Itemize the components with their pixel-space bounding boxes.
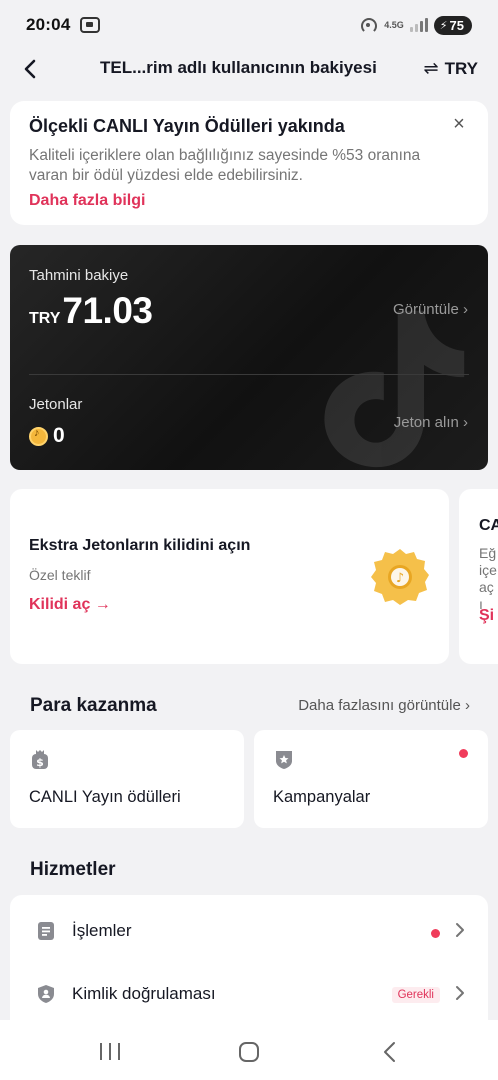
divider [29, 374, 469, 375]
back-arrow-icon [24, 59, 36, 79]
page-header: TEL...rim adlı kullanıcının bakiyesi ⇌ T… [0, 50, 498, 88]
promo2-description: Eğ içe açı [479, 545, 497, 612]
status-indicators: 4.5G ⚡ 75 [360, 15, 472, 35]
live-rewards-label: CANLI Yayın ödülleri [29, 788, 181, 806]
network-type: 4.5G [384, 19, 404, 30]
money-bag-icon: $ [32, 750, 48, 769]
balance-amount: TRY 71.03 [29, 290, 153, 332]
shield-icon [38, 985, 54, 1003]
promo-title: Ekstra Jetonların kilidini açın [29, 537, 251, 554]
status-bar: 20:04 4.5G ⚡ 75 [0, 0, 498, 50]
notice-title: Ölçekli CANLI Yayın Ödülleri yakında [29, 116, 345, 136]
battery-indicator: ⚡ 75 [433, 15, 472, 35]
battery-level: 75 [449, 17, 464, 33]
balance-value: 71.03 [62, 290, 153, 331]
campaigns-card[interactable]: Kampanyalar [254, 730, 488, 828]
status-time: 20:04 [26, 15, 71, 34]
coin-badge-icon: ♪ [371, 549, 429, 605]
home-button[interactable] [239, 1042, 259, 1062]
balance-card: Tahmini bakiye TRY 71.03 Görüntüle › Jet… [10, 245, 488, 470]
screenshot-icon [80, 17, 101, 33]
promo-card-unlock-coins[interactable]: Ekstra Jetonların kilidini açın Özel tek… [10, 489, 449, 664]
unlock-link[interactable]: Kilidi aç → [29, 596, 111, 614]
campaigns-label: Kampanyalar [273, 788, 371, 806]
svg-text:♪: ♪ [396, 571, 404, 586]
transactions-row[interactable]: İşlemler [10, 899, 488, 961]
services-section-title: Hizmetler [30, 859, 116, 880]
back-button[interactable] [16, 54, 46, 84]
page-title: TEL...rim adlı kullanıcının bakiyesi [100, 58, 377, 77]
coin-icon [29, 426, 48, 446]
balance-currency: TRY [29, 310, 61, 327]
signal-icon [409, 18, 428, 32]
close-icon[interactable]: × [450, 114, 468, 134]
system-back-button[interactable] [380, 1041, 400, 1063]
recent-apps-button[interactable] [100, 1043, 120, 1060]
live-rewards-card[interactable]: $ CANLI Yayın ödülleri [10, 730, 244, 828]
transactions-label: İşlemler [72, 921, 132, 940]
view-more-link[interactable]: Daha fazlasını görüntüle › [298, 697, 470, 714]
required-badge: Gerekli [391, 987, 440, 1003]
estimated-balance-label: Tahmini bakiye [29, 267, 129, 284]
promo-subtitle: Özel teklif [29, 567, 91, 583]
chevron-right-icon [456, 923, 464, 937]
services-list: İşlemler Kimlik doğrulaması Gerekli [10, 895, 488, 1025]
earn-section-title: Para kazanma [30, 695, 157, 716]
identity-verification-label: Kimlik doğrulaması [72, 984, 216, 1003]
coins-label: Jetonlar [29, 396, 83, 413]
notification-dot [431, 929, 440, 938]
promo-card-live[interactable]: CA Eğ içe açı Şi [459, 489, 498, 664]
svg-text:$: $ [36, 756, 44, 769]
document-icon [38, 922, 54, 940]
identity-verification-row[interactable]: Kimlik doğrulaması Gerekli [10, 962, 488, 1024]
learn-more-link[interactable]: Daha fazla bilgi [29, 192, 145, 210]
notice-card: Ölçekli CANLI Yayın Ödülleri yakında Kal… [10, 101, 488, 225]
promo2-link[interactable]: Şi [479, 607, 494, 625]
charging-icon: ⚡ [439, 19, 448, 32]
hotspot-icon [360, 18, 378, 34]
swap-icon: ⇌ [423, 58, 439, 78]
view-balance-link[interactable]: Görüntüle › [393, 301, 468, 318]
coins-amount: 0 [29, 424, 65, 448]
currency-switch-button[interactable]: ⇌ TRY [424, 58, 478, 79]
promo2-title: CA [479, 517, 498, 534]
tiktok-logo-watermark [324, 310, 465, 468]
system-navigation-bar [0, 1020, 498, 1080]
notification-dot [459, 749, 468, 758]
notice-description: Kaliteli içeriklere olan bağlılığınız sa… [29, 147, 421, 184]
star-shield-icon [276, 751, 292, 769]
chevron-right-icon [456, 986, 464, 1000]
buy-coins-link[interactable]: Jeton alın › [394, 414, 468, 431]
coins-value: 0 [53, 424, 65, 447]
currency-label: TRY [444, 58, 478, 78]
